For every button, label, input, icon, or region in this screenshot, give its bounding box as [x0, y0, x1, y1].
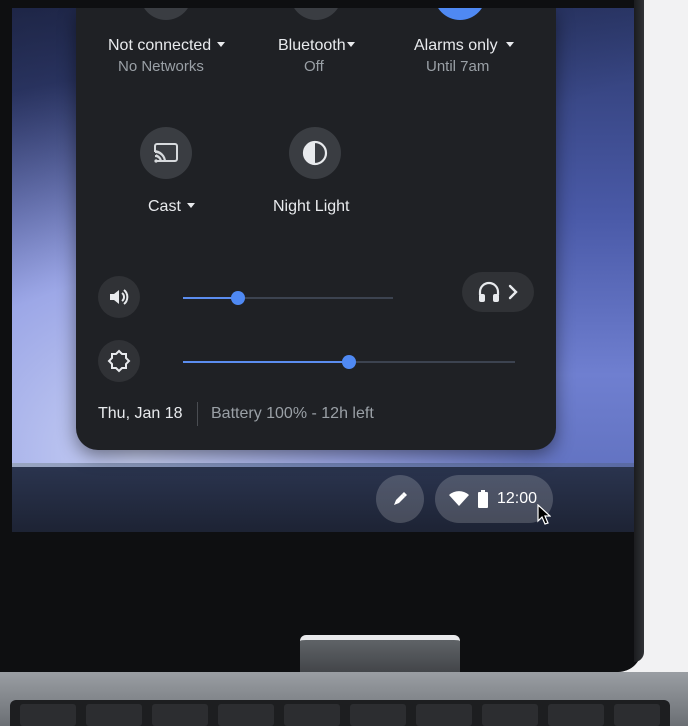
cast-caret-icon	[186, 203, 195, 209]
volume-slider-fill	[183, 297, 238, 299]
night-light-icon	[302, 140, 328, 166]
cast-label-text: Cast	[148, 198, 181, 215]
wifi-icon	[449, 491, 469, 506]
mouse-cursor-icon	[537, 504, 551, 525]
bluetooth-label[interactable]: Bluetooth	[278, 37, 355, 55]
volume-slider[interactable]	[183, 291, 393, 305]
brightness-slider-fill	[183, 361, 349, 363]
battery-label[interactable]: Battery 100% - 12h left	[211, 405, 374, 423]
keyboard	[10, 700, 670, 726]
volume-slider-knob[interactable]	[231, 291, 245, 305]
stylus-icon	[394, 492, 407, 505]
clock-label: 12:00	[497, 490, 538, 507]
screen: Not connected No Networks Bluetooth Off …	[12, 8, 634, 532]
network-label[interactable]: Not connected	[108, 37, 226, 55]
brightness-icon	[107, 349, 131, 373]
bluetooth-label-text: Bluetooth	[278, 37, 346, 54]
headphones-icon	[478, 281, 500, 302]
laptop-bezel-edge	[634, 0, 644, 662]
alarms-label-text: Alarms only	[414, 37, 498, 54]
network-caret-icon	[217, 42, 226, 48]
brightness-slider[interactable]	[183, 355, 515, 369]
cast-icon	[152, 143, 178, 163]
alarms-feature-button[interactable]	[434, 8, 486, 20]
status-area-button[interactable]: 12:00	[435, 475, 553, 523]
volume-mute-button[interactable]	[98, 276, 140, 318]
alarms-label[interactable]: Alarms only	[414, 37, 514, 55]
brightness-button[interactable]	[98, 340, 140, 382]
cast-label[interactable]: Cast	[148, 198, 195, 216]
volume-icon	[110, 289, 129, 305]
bluetooth-sublabel: Off	[304, 58, 324, 75]
network-sublabel: No Networks	[118, 58, 204, 75]
audio-settings-button[interactable]	[462, 272, 534, 312]
laptop: Not connected No Networks Bluetooth Off …	[0, 0, 688, 726]
bluetooth-caret-icon	[346, 42, 355, 48]
network-feature-button[interactable]	[140, 8, 192, 20]
chevron-right-icon	[508, 284, 518, 300]
quick-settings-panel: Not connected No Networks Bluetooth Off …	[76, 8, 556, 450]
alarms-caret-icon	[505, 42, 514, 48]
footer-divider	[197, 402, 198, 426]
night-light-label[interactable]: Night Light	[273, 198, 350, 216]
network-label-text: Not connected	[108, 37, 212, 54]
alarms-sublabel: Until 7am	[426, 58, 490, 75]
bluetooth-feature-button[interactable]	[290, 8, 342, 20]
brightness-slider-knob[interactable]	[342, 355, 356, 369]
date-label[interactable]: Thu, Jan 18	[98, 405, 183, 423]
battery-icon	[478, 490, 488, 508]
night-light-button[interactable]	[289, 127, 341, 179]
stylus-tools-button[interactable]	[376, 475, 424, 523]
cast-button[interactable]	[140, 127, 192, 179]
